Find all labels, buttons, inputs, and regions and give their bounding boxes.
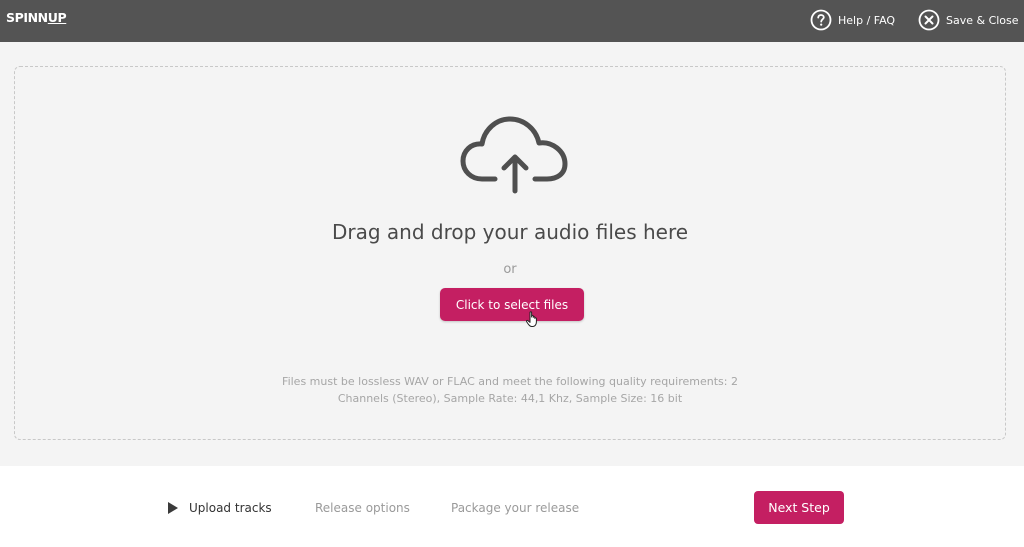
question-circle-icon <box>810 9 832 31</box>
file-drop-zone[interactable]: Drag and drop your audio files here or C… <box>14 66 1006 440</box>
step-footer: Upload tracks Release options Package yo… <box>0 466 1024 547</box>
hand-cursor-icon <box>525 311 537 327</box>
drop-title: Drag and drop your audio files here <box>331 220 689 244</box>
next-step-button[interactable]: Next Step <box>754 491 844 524</box>
select-files-button[interactable]: Click to select files <box>440 288 584 321</box>
close-circle-icon <box>918 9 940 31</box>
top-bar: SPINNUP Help / FAQ Save & Close <box>0 0 1024 42</box>
spinnup-logo[interactable]: SPINNUP <box>6 11 67 25</box>
help-faq-label: Help / FAQ <box>838 13 896 27</box>
step-upload-tracks[interactable]: Upload tracks <box>167 501 272 515</box>
cloud-upload-icon <box>460 116 568 194</box>
help-faq-link[interactable]: Help / FAQ <box>810 9 895 31</box>
save-close-link[interactable]: Save & Close <box>918 9 1019 31</box>
step-release-options[interactable]: Release options <box>315 501 410 515</box>
step-package-release[interactable]: Package your release <box>451 501 579 515</box>
or-separator: or <box>503 262 517 277</box>
play-triangle-icon <box>168 502 178 514</box>
step-label: Upload tracks <box>189 501 272 515</box>
save-close-label: Save & Close <box>946 13 1019 27</box>
file-requirements-text: Files must be lossless WAV or FLAC and m… <box>282 375 738 405</box>
